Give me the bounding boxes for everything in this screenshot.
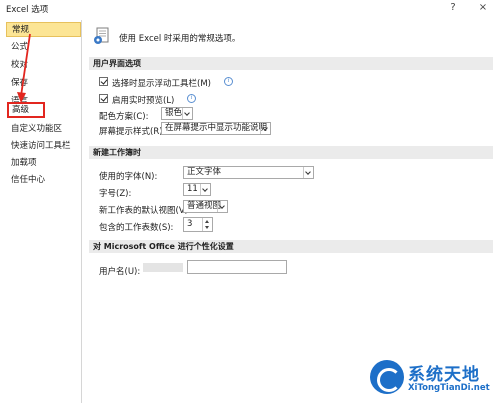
watermark-logo-icon [370, 360, 404, 394]
chevron-down-icon [200, 184, 210, 195]
sheet-count-value: 3 [187, 219, 193, 229]
redacted-username [143, 263, 183, 272]
font-label: 使用的字体(N): [99, 172, 158, 182]
color-scheme-dropdown[interactable]: 银色 [161, 107, 193, 120]
screentip-style-value: 在屏幕提示中显示功能说明 [165, 123, 268, 133]
mini-toolbar-label: 选择时显示浮动工具栏(M) [112, 79, 211, 89]
section-new-workbook: 新建工作簿时 [89, 146, 493, 159]
watermark-url: XiTongTianDi.net [408, 383, 490, 393]
screentip-style-dropdown[interactable]: 在屏幕提示中显示功能说明 [161, 122, 271, 135]
info-icon: i [187, 94, 196, 103]
general-options-icon [94, 27, 109, 44]
username-label: 用户名(U): [99, 267, 141, 277]
chevron-down-icon [260, 123, 270, 134]
sheet-count-label: 包含的工作表数(S): [99, 223, 174, 233]
sheet-count-stepper[interactable]: 3 [183, 217, 213, 232]
section-ui-options: 用户界面选项 [89, 57, 493, 70]
font-size-value: 11 [187, 184, 198, 194]
default-view-value: 普通视图 [187, 201, 222, 211]
section-personalize: 对 Microsoft Office 进行个性化设置 [89, 240, 493, 253]
font-size-dropdown[interactable]: 11 [183, 183, 211, 196]
page-description: 使用 Excel 时采用的常规选项。 [119, 34, 241, 44]
chevron-down-icon [217, 201, 227, 212]
watermark-title: 系统天地 [408, 365, 480, 385]
default-view-dropdown[interactable]: 普通视图 [183, 200, 228, 213]
default-view-label: 新工作表的默认视图(V): [99, 206, 191, 216]
username-input[interactable] [187, 260, 287, 274]
live-preview-checkbox[interactable] [99, 94, 108, 103]
font-value: 正文字体 [187, 167, 222, 177]
live-preview-label: 启用实时预览(L) [112, 96, 175, 106]
chevron-down-icon [303, 167, 313, 178]
mini-toolbar-checkbox[interactable] [99, 77, 108, 86]
site-watermark: 系统天地 XiTongTianDi.net [370, 356, 498, 402]
color-scheme-label: 配色方案(C): [99, 112, 149, 122]
color-scheme-value: 银色 [165, 108, 183, 118]
spinner-arrows-icon[interactable] [202, 218, 212, 231]
font-size-label: 字号(Z): [99, 189, 132, 199]
font-dropdown[interactable]: 正文字体 [183, 166, 314, 179]
options-main-panel: 使用 Excel 时采用的常规选项。 用户界面选项 选择时显示浮动工具栏(M) … [83, 20, 500, 403]
screentip-style-label: 屏幕提示样式(R): [99, 127, 166, 137]
info-icon: i [224, 77, 233, 86]
chevron-down-icon [182, 108, 192, 119]
